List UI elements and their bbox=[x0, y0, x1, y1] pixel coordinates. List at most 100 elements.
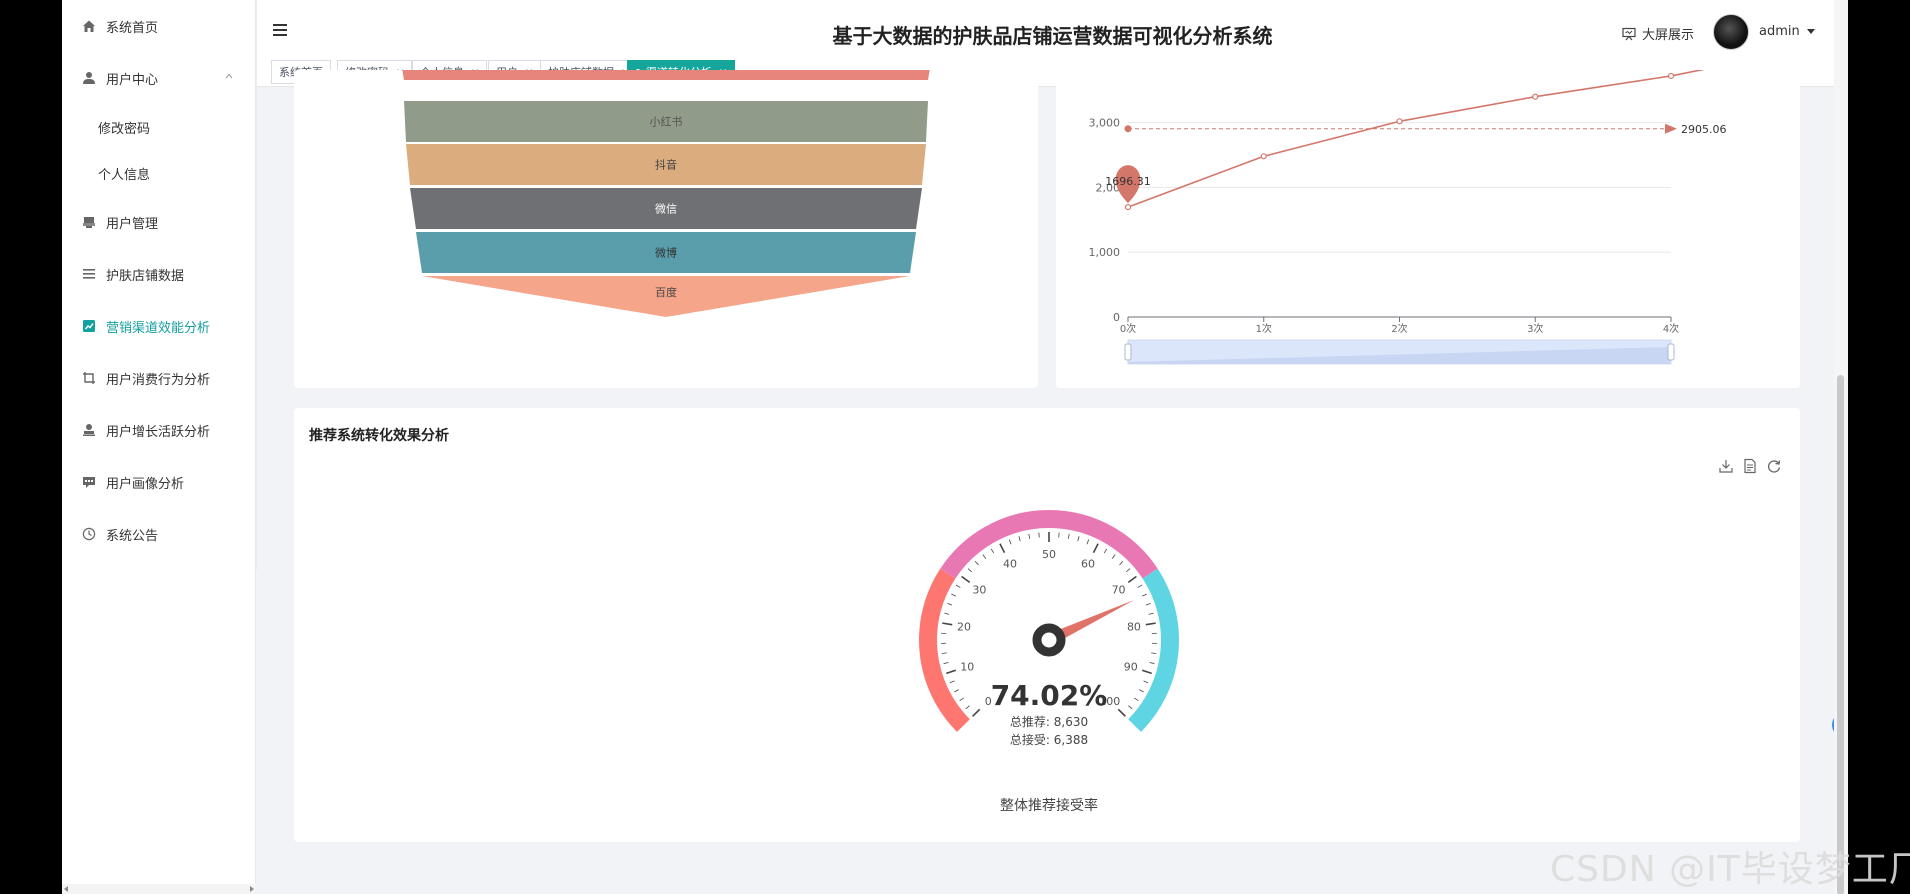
scroll-left-icon[interactable] bbox=[64, 886, 68, 892]
page-vertical-scrollbar[interactable] bbox=[1834, 0, 1848, 894]
series-line bbox=[1127, 67, 1712, 208]
gauge-anchor bbox=[1032, 623, 1066, 657]
sidebar-item-home[interactable]: 系统首页 bbox=[62, 0, 255, 52]
gauge-minor-tick bbox=[941, 652, 947, 654]
gauge-minor-tick bbox=[1137, 584, 1143, 588]
bigscreen-button[interactable]: 大屏展示 bbox=[1622, 24, 1694, 43]
sidebar-item-growth-analysis[interactable]: 用户增长活跃分析 bbox=[62, 404, 255, 456]
x-tick-label: 1次 bbox=[1256, 322, 1272, 335]
x-tick-label: 0次 bbox=[1120, 322, 1136, 335]
gauge-minor-tick bbox=[954, 689, 959, 693]
mark-line-start bbox=[1124, 125, 1132, 133]
gauge-minor-tick bbox=[974, 560, 979, 566]
gauge-minor-tick bbox=[955, 584, 961, 588]
crop-icon bbox=[83, 372, 95, 384]
sidebar-item-change-password[interactable]: 修改密码 bbox=[62, 104, 255, 150]
sidebar-item-channel-analysis[interactable]: 营销渠道效能分析 bbox=[62, 300, 255, 352]
gauge-major-tick bbox=[972, 708, 981, 717]
gauge-minor-tick bbox=[959, 697, 965, 702]
download-icon[interactable] bbox=[1718, 458, 1734, 474]
mark-line-arrow bbox=[1665, 123, 1677, 134]
data-zoom-handle-left bbox=[1124, 343, 1132, 361]
refresh-icon[interactable] bbox=[1766, 458, 1782, 474]
sidebar: 系统首页 用户中心 修改密码 个人信息 用户管理 护肤店铺数据 营销渠道效能分析… bbox=[62, 0, 256, 894]
user-menu[interactable]: admin bbox=[1759, 24, 1815, 39]
sidebar-item-profile[interactable]: 个人信息 bbox=[62, 150, 255, 196]
chart-toolbox bbox=[1718, 458, 1782, 474]
sidebar-item-store-data[interactable]: 护肤店铺数据 bbox=[62, 248, 255, 300]
sidebar-item-announcements[interactable]: 系统公告 bbox=[62, 508, 255, 560]
gauge-minor-tick bbox=[1018, 536, 1021, 542]
funnel-label: 百度 bbox=[655, 285, 677, 299]
sidebar-item-label: 用户画像分析 bbox=[106, 476, 185, 492]
gauge-minor-tick bbox=[949, 680, 955, 684]
y-tick-label: 3,000 bbox=[1089, 117, 1121, 130]
gauge-minor-tick bbox=[1128, 705, 1133, 710]
gauge-chart: 010203040506070809010074.02%总推荐: 8,630总接… bbox=[919, 510, 1179, 814]
sidebar-item-label: 护肤店铺数据 bbox=[106, 268, 185, 284]
funnel-chart: 小红书抖音微信微博百度 bbox=[402, 68, 930, 317]
message-icon bbox=[83, 477, 95, 488]
gauge-major-tick bbox=[1127, 575, 1137, 584]
chart-line-icon bbox=[83, 320, 95, 332]
mark-point-label: 1696.31 bbox=[1105, 175, 1151, 188]
scrollbar-thumb[interactable] bbox=[1837, 375, 1844, 894]
gauge-minor-tick bbox=[1142, 593, 1147, 597]
y-tick-label: 0 bbox=[1113, 311, 1120, 324]
gauge-band bbox=[919, 568, 970, 732]
line-chart: 01,0002,003,0000次 1次 2次 3次 4次2905.061696.31 bbox=[1089, 67, 1727, 365]
data-view-icon[interactable] bbox=[1742, 458, 1758, 474]
gauge-minor-tick bbox=[1148, 612, 1154, 615]
sidebar-item-user-management[interactable]: 用户管理 bbox=[62, 196, 255, 248]
gauge-minor-tick bbox=[1119, 560, 1124, 566]
sidebar-item-portrait-analysis[interactable]: 用户画像分析 bbox=[62, 456, 255, 508]
gauge-minor-tick bbox=[1125, 568, 1131, 573]
sidebar-item-label: 个人信息 bbox=[98, 167, 151, 183]
chevron-up-icon[interactable] bbox=[225, 72, 233, 80]
app-window: 系统首页 用户中心 修改密码 个人信息 用户管理 护肤店铺数据 营销渠道效能分析… bbox=[62, 0, 1848, 894]
gauge-major-tick bbox=[961, 575, 971, 584]
sidebar-item-label: 用户消费行为分析 bbox=[106, 372, 211, 388]
data-point bbox=[1124, 203, 1132, 211]
sidebar-item-user-center[interactable]: 用户中心 bbox=[62, 52, 255, 104]
sidebar-item-label: 用户增长活跃分析 bbox=[106, 424, 211, 440]
gauge-tick-label: 30 bbox=[972, 583, 986, 596]
gauge-tick-label: 40 bbox=[1003, 557, 1017, 570]
data-point bbox=[1396, 118, 1403, 125]
gauge-band bbox=[940, 510, 1158, 579]
user-icon bbox=[83, 72, 95, 84]
gauge-minor-tick bbox=[1103, 548, 1108, 554]
avatar[interactable] bbox=[1713, 14, 1749, 50]
gauge-tick-label: 10 bbox=[960, 661, 974, 674]
funnel-segment bbox=[402, 68, 930, 80]
funnel-label: 抖音 bbox=[655, 158, 677, 172]
gauge-minor-tick bbox=[1077, 536, 1080, 542]
gauge-major-tick bbox=[946, 669, 957, 675]
sidebar-item-label: 修改密码 bbox=[98, 121, 151, 137]
data-point bbox=[1260, 153, 1267, 160]
gauge-tick-label: 50 bbox=[1042, 548, 1056, 561]
sidebar-horizontal-scrollbar[interactable] bbox=[62, 884, 256, 894]
sidebar-item-label: 用户管理 bbox=[106, 216, 159, 232]
gauge-major-tick bbox=[1145, 622, 1156, 626]
sidebar-item-consumption-analysis[interactable]: 用户消费行为分析 bbox=[62, 352, 255, 404]
funnel-panel: 小红书 抖音 微信 微博 百度 bbox=[294, 68, 1038, 388]
gauge-minor-tick bbox=[982, 554, 987, 559]
gauge-minor-tick bbox=[1139, 689, 1144, 693]
gauge-minor-tick bbox=[1149, 662, 1155, 664]
x-tick-label: 4次 bbox=[1663, 322, 1679, 335]
scroll-right-icon[interactable] bbox=[250, 886, 254, 892]
funnel-label: 小红书 bbox=[650, 116, 683, 129]
gauge-minor-tick bbox=[1133, 697, 1139, 702]
sidebar-item-label: 营销渠道效能分析 bbox=[106, 320, 211, 336]
page-title: 基于大数据的护肤品店铺运营数据可视化分析系统 bbox=[832, 24, 1273, 48]
sidebar-item-label: 系统公告 bbox=[106, 528, 159, 544]
home-icon bbox=[83, 20, 95, 32]
gauge-minor-tick bbox=[1145, 603, 1151, 606]
gauge-band bbox=[1128, 568, 1179, 732]
gauge-minor-tick bbox=[1067, 533, 1070, 539]
gauge-minor-tick bbox=[1111, 554, 1116, 559]
clock-icon bbox=[82, 527, 96, 541]
gauge-minor-tick bbox=[1028, 533, 1031, 539]
gauge-panel: 推荐系统转化效果分析 0 10 20 30 40 50 60 70 80 90 100 74.02% 总… bbox=[294, 408, 1800, 842]
